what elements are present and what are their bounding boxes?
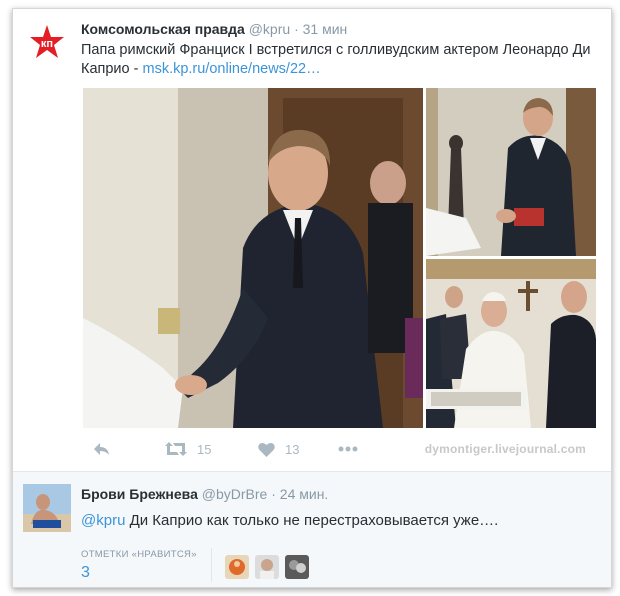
like-count: 13 xyxy=(285,441,300,457)
tweet-link[interactable]: msk.kp.ru/online/news/22… xyxy=(142,61,320,77)
kp-logo-icon[interactable]: кп xyxy=(27,23,67,63)
retweet-count: 15 xyxy=(197,441,212,457)
heart-icon xyxy=(258,442,275,457)
reply-button[interactable] xyxy=(93,437,111,461)
photo-main[interactable] xyxy=(83,88,423,428)
reply-header: Брови Брежнева @byDrBre · 24 мин. xyxy=(81,486,328,502)
liker-avatar[interactable] xyxy=(255,555,279,579)
likes-divider xyxy=(211,548,212,582)
author-name[interactable]: Комсомольская правда xyxy=(81,21,245,37)
tweet-card: кп Комсомольская правда @kpru · 31 мин П… xyxy=(12,8,612,588)
likes-summary[interactable]: ОТМЕТКИ «НРАВИТСЯ» 3 xyxy=(81,549,211,581)
tweet-reply: Брови Брежнева @byDrBre · 24 мин. @kpru … xyxy=(13,472,611,587)
mention-link[interactable]: @kpru xyxy=(81,512,125,529)
tweet-main: кп Комсомольская правда @kpru · 31 мин П… xyxy=(13,9,611,471)
photo-grid xyxy=(83,88,596,428)
retweet-button[interactable]: 15 xyxy=(165,437,211,461)
author-name[interactable]: Брови Брежнева xyxy=(81,486,198,502)
separator-dot: · xyxy=(271,486,276,502)
author-handle[interactable]: @byDrBre xyxy=(202,486,268,502)
photo-bottom-right[interactable] xyxy=(426,259,596,428)
photo-top-right[interactable] xyxy=(426,88,596,256)
svg-text:кп: кп xyxy=(41,38,53,50)
tweet-actions: 15 13 dymontiger.livejournal.com xyxy=(83,437,596,461)
author-handle[interactable]: @kpru xyxy=(249,21,290,37)
more-button[interactable] xyxy=(338,437,358,461)
reply-body: Ди Каприо как только не перестраховывает… xyxy=(125,512,499,529)
retweet-icon xyxy=(165,442,187,456)
separator-dot: · xyxy=(294,21,299,37)
more-dots-icon xyxy=(338,446,358,452)
like-button[interactable]: 13 xyxy=(258,437,299,461)
tweet-text: Папа римский Франциск I встретился с гол… xyxy=(81,41,596,79)
liker-avatar[interactable] xyxy=(285,555,309,579)
likes-label: ОТМЕТКИ «НРАВИТСЯ» xyxy=(81,549,197,560)
avatar[interactable] xyxy=(23,484,71,532)
tweet-time[interactable]: 31 мин xyxy=(303,21,348,37)
reply-text: @kpru Ди Каприо как только не перестрахо… xyxy=(81,512,498,529)
likes-count: 3 xyxy=(81,564,90,581)
tweet-header: Комсомольская правда @kpru · 31 мин xyxy=(81,21,347,37)
tweet-time[interactable]: 24 мин. xyxy=(280,486,329,502)
liker-avatar[interactable] xyxy=(225,555,249,579)
watermark: dymontiger.livejournal.com xyxy=(424,442,586,456)
reply-icon xyxy=(94,443,109,455)
